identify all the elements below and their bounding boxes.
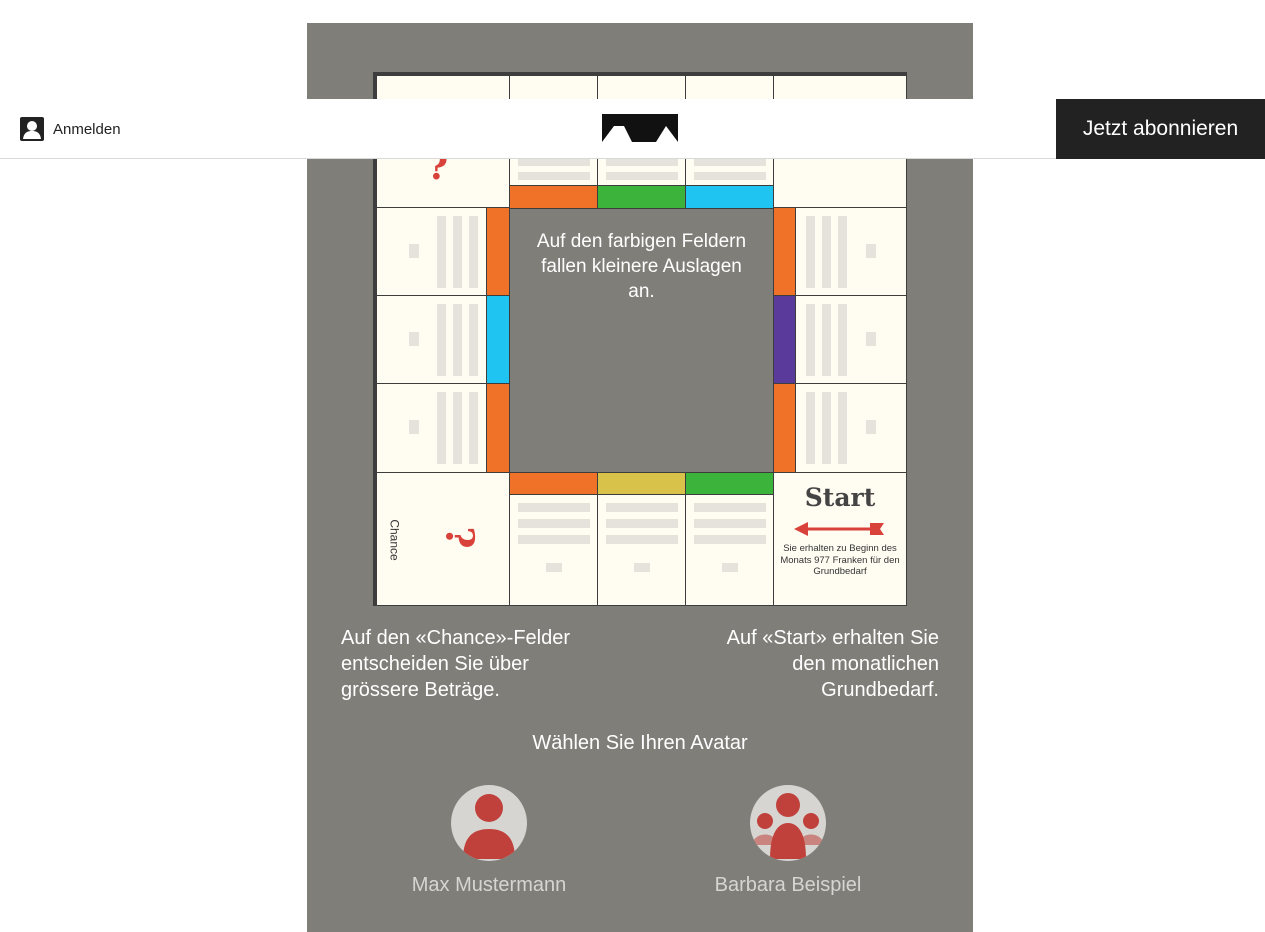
login-label[interactable]: Anmelden xyxy=(53,121,121,138)
color-band-purple xyxy=(773,295,797,385)
family-icon[interactable] xyxy=(750,785,826,861)
color-band-orange xyxy=(486,207,510,297)
login-link[interactable]: Anmelden xyxy=(20,117,121,141)
site-header: Anmelden Jetzt abonnieren xyxy=(0,99,1265,159)
color-band-blue xyxy=(486,295,510,385)
question-mark-icon: ? xyxy=(437,526,483,549)
color-band-green xyxy=(685,472,775,496)
avatar-name[interactable]: Max Mustermann xyxy=(389,874,589,897)
bottom-field-1 xyxy=(509,494,599,606)
arrow-left-icon xyxy=(794,522,884,536)
game-panel: ? Auf den farbigen Feldern fallen kleine… xyxy=(307,23,973,932)
right-field-3 xyxy=(795,383,907,473)
logo-icon[interactable] xyxy=(602,114,678,142)
color-band-blue xyxy=(685,185,775,209)
center-info-text: Auf den farbigen Feldern fallen kleinere… xyxy=(536,231,747,302)
chance-label: Chance xyxy=(387,519,402,561)
color-band-orange xyxy=(509,472,599,496)
left-field-3 xyxy=(376,383,488,473)
start-title: Start xyxy=(804,483,876,512)
color-band-green xyxy=(597,185,687,209)
corner-chance-bottom-left: Chance ? xyxy=(376,472,510,606)
left-field-1 xyxy=(376,207,488,297)
bottom-field-2 xyxy=(597,494,687,606)
single-person-icon[interactable] xyxy=(451,785,527,861)
right-field-2 xyxy=(795,295,907,385)
color-band-orange xyxy=(773,207,797,297)
chance-info-text: Auf den «Chance»-Felder entscheiden Sie … xyxy=(341,627,571,701)
color-band-orange xyxy=(509,185,599,209)
color-band-orange xyxy=(773,383,797,473)
avatar-title: Wählen Sie Ihren Avatar xyxy=(532,732,748,754)
board-center: Auf den farbigen Feldern fallen kleinere… xyxy=(509,208,774,473)
user-icon xyxy=(20,117,44,141)
start-description: Sie erhalten zu Beginn des Monats 977 Fr… xyxy=(780,543,900,577)
avatar-name[interactable]: Barbara Beispiel xyxy=(688,874,888,897)
color-band-orange xyxy=(486,383,510,473)
right-field-1 xyxy=(795,207,907,297)
corner-start: Start Sie erhalten zu Beginn des Monats … xyxy=(773,472,907,606)
left-field-2 xyxy=(376,295,488,385)
start-info-text: Auf «Start» erhalten Sie den monatlichen… xyxy=(726,627,939,701)
subscribe-button[interactable]: Jetzt abonnieren xyxy=(1056,99,1265,159)
bottom-field-3 xyxy=(685,494,775,606)
color-band-yellow xyxy=(597,472,687,496)
